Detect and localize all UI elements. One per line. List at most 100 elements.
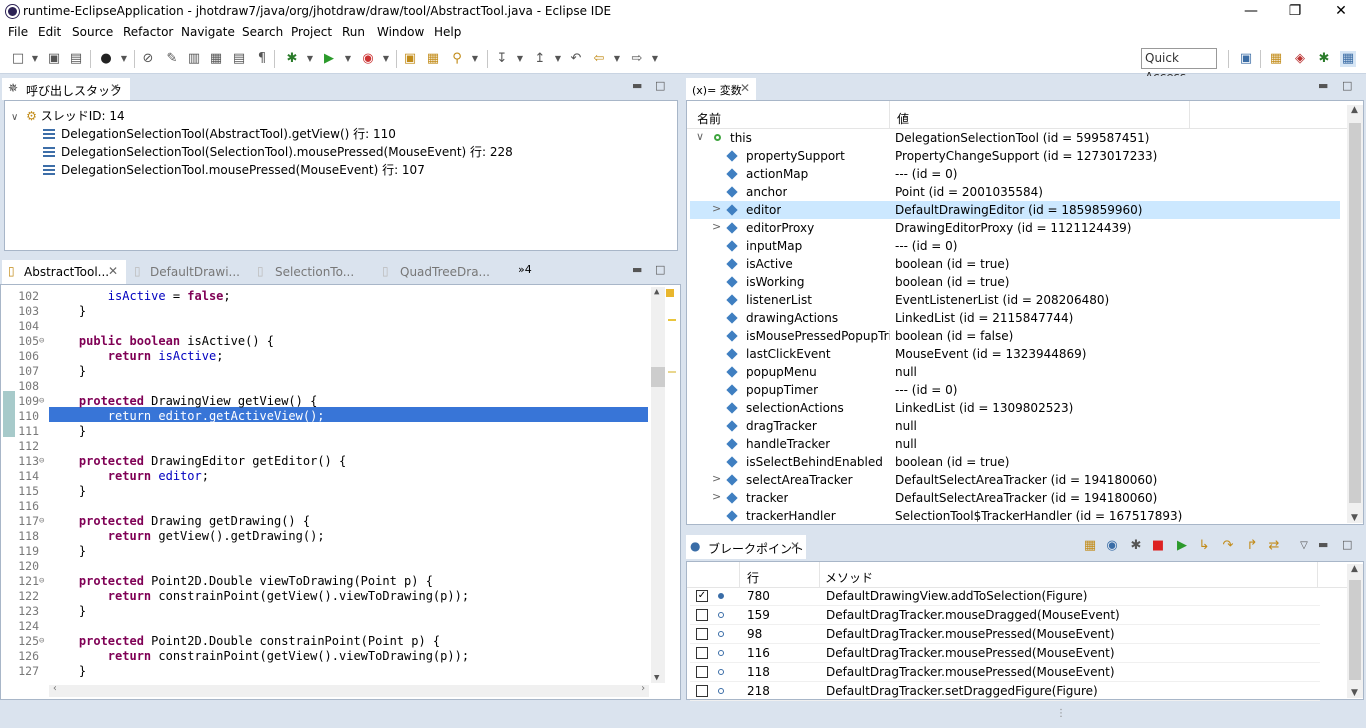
menu-file[interactable]: File <box>8 25 28 39</box>
bug-icon[interactable]: ✱ <box>284 51 300 67</box>
open-folder-icon[interactable]: ▦ <box>425 51 441 67</box>
open-folder-icon[interactable]: ▦ <box>1082 538 1098 554</box>
step-return-icon[interactable]: ↱ <box>1244 538 1260 554</box>
external-dropdown-icon[interactable]: ▼ <box>378 51 394 67</box>
close-icon[interactable]: ✕ <box>108 264 118 278</box>
code-line[interactable]: } <box>50 484 86 498</box>
code-line[interactable]: protected Point2D.Double constrainPoint(… <box>50 634 440 648</box>
tab-quadtreedrawing[interactable]: ▯ QuadTreeDra... <box>380 260 500 286</box>
breakpoint-row[interactable]: 159 DefaultDragTracker.mouseDragged(Mouse… <box>690 606 1340 625</box>
variable-row[interactable]: popupMenu null <box>690 363 1340 381</box>
run-icon[interactable]: ▶ <box>321 51 337 67</box>
save-icon[interactable]: ▣ <box>46 51 62 67</box>
chevron-right-icon[interactable]: > <box>712 202 721 215</box>
variable-row[interactable]: isMousePressedPopupTrigg boolean (id = fa… <box>690 327 1340 345</box>
breakpoint-checkbox[interactable]: ✓ <box>696 590 708 602</box>
close-button[interactable]: ✕ <box>1326 2 1356 22</box>
forward-dropdown-icon[interactable]: ▼ <box>647 51 663 67</box>
search-dropdown-icon[interactable]: ▼ <box>467 51 483 67</box>
format-icon[interactable]: ▥ <box>186 51 202 67</box>
chevron-down-icon[interactable]: ∨ <box>696 130 704 143</box>
external-tools-icon[interactable]: ◉ <box>360 51 376 67</box>
tab-selectiontool[interactable]: ▯ SelectionTo... <box>255 260 375 286</box>
debug-perspective-icon[interactable]: ● <box>98 51 114 67</box>
new-dropdown-icon[interactable]: ▼ <box>27 51 43 67</box>
resource-perspective-icon[interactable]: ▦ <box>1268 51 1284 67</box>
pilcrow-icon[interactable]: ¶ <box>254 51 270 67</box>
maximize-icon[interactable]: □ <box>655 263 665 276</box>
editor-vscrollbar[interactable]: ▲ ▼ <box>651 287 665 683</box>
variable-row[interactable]: trackerHandler SelectionTool$TrackerHandl… <box>690 507 1340 525</box>
minimize-icon[interactable]: ▬ <box>632 263 642 276</box>
menu-navigate[interactable]: Navigate <box>181 25 235 39</box>
column-line-header[interactable]: 行 <box>747 569 759 586</box>
drop-frame-icon[interactable]: ⇄ <box>1266 538 1282 554</box>
other-perspective-icon[interactable]: ▦ <box>1340 51 1356 67</box>
breakpoint-row[interactable]: 218 DefaultDragTracker.setDraggedFigure(F… <box>690 682 1340 701</box>
debug-perspective-active-icon[interactable]: ✱ <box>1316 51 1332 67</box>
fold-icon[interactable]: ⊖ <box>39 456 44 466</box>
menu-window[interactable]: Window <box>377 25 424 39</box>
list-icon[interactable]: ▤ <box>231 51 247 67</box>
editor-hscrollbar[interactable]: ‹ › <box>49 683 649 697</box>
tab-abstracttool[interactable]: ▯ AbstractTool... ✕ <box>2 260 126 284</box>
code-line[interactable]: return isActive; <box>50 349 224 363</box>
menu-refactor[interactable]: Refactor <box>123 25 173 39</box>
breakpoint-row[interactable]: ✓ 780 DefaultDrawingView.addToSelection(Fi… <box>690 587 1340 606</box>
fold-icon[interactable]: ⊖ <box>39 336 44 346</box>
code-line[interactable]: } <box>50 604 86 618</box>
step-over-icon[interactable]: ↷ <box>1220 538 1236 554</box>
stack-frame[interactable]: DelegationSelectionTool(AbstractTool).ge… <box>43 125 396 142</box>
minimize-icon[interactable]: ▬ <box>1318 538 1328 551</box>
minimize-icon[interactable]: ▬ <box>1318 79 1328 92</box>
open-perspective-icon[interactable]: ▣ <box>1238 51 1254 67</box>
variable-row[interactable]: ∨ this DelegationSelectionTool (id = 59958… <box>690 129 1340 147</box>
variable-row[interactable]: inputMap --- (id = 0) <box>690 237 1340 255</box>
next-annotation-icon[interactable]: ↧ <box>494 51 510 67</box>
tab-breakpoints[interactable]: ● ブレークポイント ✕ <box>686 535 806 559</box>
variable-row[interactable]: isSelectBehindEnabled boolean (id = true) <box>690 453 1340 471</box>
breakpoint-checkbox[interactable] <box>696 647 708 659</box>
stack-frame[interactable]: DelegationSelectionTool(SelectionTool).m… <box>43 143 513 160</box>
code-line[interactable]: public boolean isActive() { <box>50 334 274 348</box>
variable-row[interactable]: isWorking boolean (id = true) <box>690 273 1340 291</box>
chevron-right-icon[interactable]: > <box>712 472 721 485</box>
code-editor[interactable]: ▲ ▼ ‹ › 102 isActive = false; 103 } 104 105… <box>0 284 681 700</box>
chevron-right-icon[interactable]: > <box>712 220 721 233</box>
fold-icon[interactable]: ⊖ <box>39 636 44 646</box>
run-dropdown-icon[interactable]: ▼ <box>340 51 356 67</box>
code-line[interactable]: return editor.getActiveView(); <box>50 409 325 423</box>
breakpoint-checkbox[interactable] <box>696 609 708 621</box>
resume-icon[interactable]: ▶ <box>1174 538 1190 554</box>
code-line[interactable]: } <box>50 364 86 378</box>
menu-source[interactable]: Source <box>72 25 113 39</box>
tab-defaultdrawingview[interactable]: ▯ DefaultDrawi... <box>130 260 250 286</box>
thread-node[interactable]: ∨ ⚙ スレッドID: 14 <box>11 107 125 124</box>
tab-overflow[interactable]: »4 <box>518 263 532 276</box>
code-line[interactable]: return getView().getDrawing(); <box>50 529 325 543</box>
debug-dropdown-icon[interactable]: ▼ <box>116 51 132 67</box>
forward-icon[interactable]: ⇨ <box>629 51 645 67</box>
back-dropdown-icon[interactable]: ▼ <box>609 51 625 67</box>
expand-icon[interactable]: ◉ <box>1104 538 1120 554</box>
breakpoint-row[interactable]: 98 DefaultDragTracker.mousePressed(MouseE… <box>690 625 1340 644</box>
code-line[interactable]: isActive = false; <box>50 289 231 303</box>
variable-row[interactable]: > tracker DefaultSelectAreaTracker (id = 1… <box>690 489 1340 507</box>
breakpoints-vscrollbar[interactable]: ▲ ▼ <box>1347 564 1363 698</box>
code-line[interactable]: return constrainPoint(getView().viewToDr… <box>50 649 469 663</box>
menu-help[interactable]: Help <box>434 25 461 39</box>
variables-vscrollbar[interactable]: ▲ ▼ <box>1347 105 1363 523</box>
step-into-icon[interactable]: ↳ <box>1196 538 1212 554</box>
maximize-icon[interactable]: □ <box>1342 79 1352 92</box>
prev-dropdown-icon[interactable]: ▼ <box>550 51 566 67</box>
column-value-header[interactable]: 値 <box>897 110 909 127</box>
variable-row[interactable]: handleTracker null <box>690 435 1340 453</box>
close-icon[interactable]: ✕ <box>740 81 750 95</box>
code-line[interactable]: return constrainPoint(getView().viewToDr… <box>50 589 469 603</box>
chevron-right-icon[interactable]: > <box>712 490 721 503</box>
variable-row[interactable]: lastClickEvent MouseEvent (id = 132394486… <box>690 345 1340 363</box>
stack-frame[interactable]: DelegationSelectionTool.mousePressed(Mou… <box>43 161 425 178</box>
last-edit-icon[interactable]: ↶ <box>568 51 584 67</box>
chevron-down-icon[interactable]: ∨ <box>11 112 18 123</box>
menu-edit[interactable]: Edit <box>38 25 61 39</box>
